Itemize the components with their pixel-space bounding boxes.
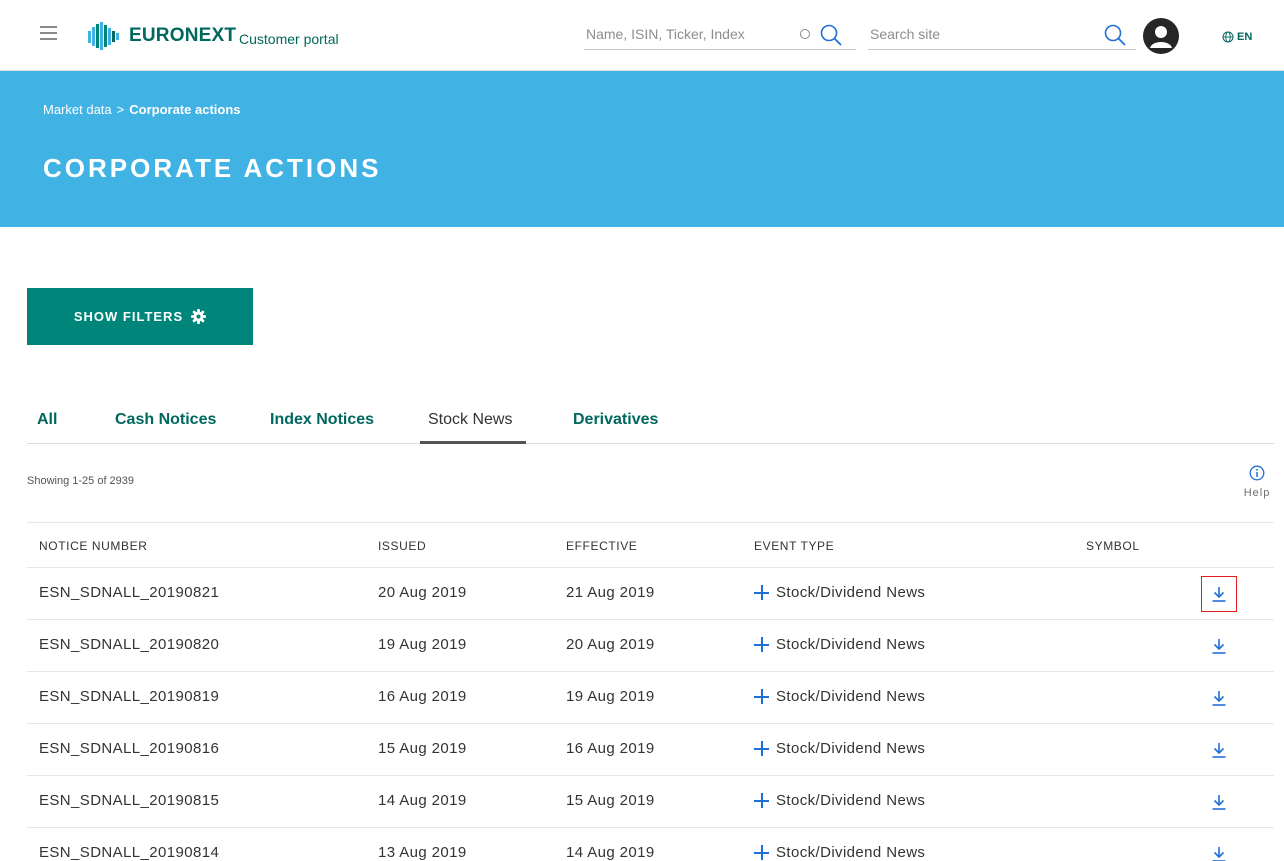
customer-portal-link[interactable]: Customer portal (239, 31, 339, 47)
notice-number[interactable]: ESN_SDNALL_20190821 (39, 584, 219, 601)
download-button[interactable] (1201, 576, 1237, 612)
user-icon[interactable] (1143, 18, 1179, 54)
menu-icon[interactable] (40, 26, 57, 40)
event-type-label: Stock/Dividend News (776, 844, 926, 861)
event-type-toggle[interactable]: Stock/Dividend News (754, 584, 925, 601)
table-header: NOTICE NUMBER ISSUED EFFECTIVE EVENT TYP… (27, 522, 1274, 568)
event-type-label: Stock/Dividend News (776, 584, 926, 601)
table-row: ESN_SDNALL_20190821 20 Aug 2019 21 Aug 201… (27, 568, 1274, 620)
notice-number[interactable]: ESN_SDNALL_20190814 (39, 844, 219, 861)
column-event-type[interactable]: EVENT TYPE (754, 539, 834, 553)
breadcrumb-market-data[interactable]: Market data (43, 102, 112, 117)
search-icon[interactable] (819, 23, 843, 47)
effective-date: 15 Aug 2019 (566, 792, 655, 809)
issued-date: 16 Aug 2019 (378, 688, 467, 705)
tab-cash-notices[interactable]: Cash Notices (115, 411, 216, 429)
brand-name[interactable]: EURONEXT (129, 25, 236, 47)
breadcrumb: Market data > Corporate actions (43, 102, 241, 117)
results-count: Showing 1-25 of 2939 (27, 475, 135, 487)
event-type-toggle[interactable]: Stock/Dividend News (754, 792, 925, 809)
gear-icon (191, 309, 207, 324)
event-type-toggle[interactable]: Stock/Dividend News (754, 740, 925, 757)
table-row: ESN_SDNALL_20190815 14 Aug 2019 15 Aug 201… (27, 776, 1274, 828)
language-selector[interactable]: EN (1222, 31, 1252, 43)
table-row: ESN_SDNALL_20190814 13 Aug 2019 14 Aug 201… (27, 828, 1274, 861)
download-icon (1212, 743, 1226, 758)
effective-date: 21 Aug 2019 (566, 584, 655, 601)
column-issued[interactable]: ISSUED (378, 539, 426, 553)
search-icon[interactable] (1103, 23, 1127, 47)
globe-icon (1222, 31, 1234, 43)
tab-derivatives[interactable]: Derivatives (573, 411, 658, 429)
plus-icon (754, 689, 769, 704)
spinner-icon (800, 29, 810, 39)
download-button[interactable] (1202, 681, 1236, 715)
table-body: ESN_SDNALL_20190821 20 Aug 2019 21 Aug 201… (27, 568, 1274, 861)
issued-date: 20 Aug 2019 (378, 584, 467, 601)
site-search (868, 20, 1136, 50)
euronext-logo[interactable] (88, 22, 124, 50)
download-button[interactable] (1202, 785, 1236, 819)
table-row: ESN_SDNALL_20190819 16 Aug 2019 19 Aug 201… (27, 672, 1274, 724)
download-button[interactable] (1202, 837, 1236, 861)
download-icon (1212, 691, 1226, 706)
column-effective[interactable]: EFFECTIVE (566, 539, 637, 553)
notice-number[interactable]: ESN_SDNALL_20190815 (39, 792, 219, 809)
event-type-toggle[interactable]: Stock/Dividend News (754, 844, 925, 861)
issued-date: 14 Aug 2019 (378, 792, 467, 809)
plus-icon (754, 585, 769, 600)
plus-icon (754, 845, 769, 860)
download-icon (1212, 639, 1226, 654)
download-button[interactable] (1202, 733, 1236, 767)
page-title: CORPORATE ACTIONS (43, 153, 382, 183)
table-row: ESN_SDNALL_20190820 19 Aug 2019 20 Aug 201… (27, 620, 1274, 672)
event-type-toggle[interactable]: Stock/Dividend News (754, 688, 925, 705)
notices-table: NOTICE NUMBER ISSUED EFFECTIVE EVENT TYP… (27, 522, 1274, 861)
event-type-label: Stock/Dividend News (776, 792, 926, 809)
event-type-label: Stock/Dividend News (776, 636, 926, 653)
show-filters-button[interactable]: SHOW FILTERS (27, 288, 253, 345)
plus-icon (754, 637, 769, 652)
plus-icon (754, 741, 769, 756)
event-type-label: Stock/Dividend News (776, 688, 926, 705)
help-label: Help (1243, 487, 1271, 499)
column-symbol[interactable]: SYMBOL (1086, 539, 1140, 553)
effective-date: 16 Aug 2019 (566, 740, 655, 757)
issued-date: 15 Aug 2019 (378, 740, 467, 757)
table-row: ESN_SDNALL_20190816 15 Aug 2019 16 Aug 201… (27, 724, 1274, 776)
download-button[interactable] (1202, 629, 1236, 663)
event-type-toggle[interactable]: Stock/Dividend News (754, 636, 925, 653)
notice-tabs: All Cash Notices Index Notices Stock New… (27, 398, 1274, 444)
page-banner: Market data > Corporate actions CORPORATE … (0, 71, 1284, 227)
quote-search (584, 20, 856, 50)
download-icon (1212, 795, 1226, 810)
breadcrumb-separator: > (116, 102, 125, 117)
notice-number[interactable]: ESN_SDNALL_20190816 (39, 740, 219, 757)
show-filters-label: SHOW FILTERS (73, 309, 184, 324)
issued-date: 13 Aug 2019 (378, 844, 467, 861)
language-label: EN (1237, 31, 1253, 43)
breadcrumb-current: Corporate actions (129, 102, 241, 117)
active-tab-indicator (420, 441, 526, 444)
notice-number[interactable]: ESN_SDNALL_20190820 (39, 636, 219, 653)
top-header: EURONEXT Customer portal EN (0, 0, 1284, 71)
tab-all[interactable]: All (37, 411, 57, 429)
notice-number[interactable]: ESN_SDNALL_20190819 (39, 688, 219, 705)
download-icon (1212, 587, 1226, 602)
plus-icon (754, 793, 769, 808)
effective-date: 20 Aug 2019 (566, 636, 655, 653)
effective-date: 14 Aug 2019 (566, 844, 655, 861)
event-type-label: Stock/Dividend News (776, 740, 926, 757)
quote-search-input[interactable] (584, 20, 784, 48)
help-link[interactable]: Help (1240, 465, 1274, 499)
tab-stock-news[interactable]: Stock News (428, 411, 512, 429)
download-icon (1212, 847, 1226, 861)
info-icon (1249, 465, 1265, 481)
issued-date: 19 Aug 2019 (378, 636, 467, 653)
site-search-input[interactable] (868, 20, 1068, 48)
effective-date: 19 Aug 2019 (566, 688, 655, 705)
tab-index-notices[interactable]: Index Notices (270, 411, 374, 429)
column-notice-number[interactable]: NOTICE NUMBER (39, 539, 147, 553)
